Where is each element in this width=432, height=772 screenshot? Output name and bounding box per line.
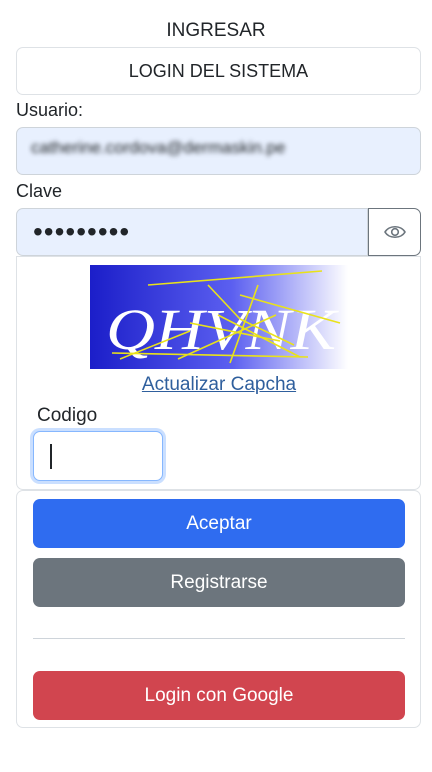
- accept-button[interactable]: Aceptar: [33, 499, 405, 548]
- system-login-label: LOGIN DEL SISTEMA: [128, 60, 309, 81]
- password-input[interactable]: •••••••••: [16, 208, 368, 256]
- refresh-captcha-link[interactable]: Actualizar Capcha: [0, 374, 432, 396]
- captcha-image: QHVNK: [90, 265, 348, 369]
- password-value: •••••••••: [33, 216, 131, 247]
- eye-icon: [383, 225, 406, 239]
- show-password-button[interactable]: [368, 208, 421, 256]
- username-input[interactable]: catherine.cordova@dermaskin.pe: [16, 127, 421, 175]
- register-button[interactable]: Registrarse: [33, 558, 405, 607]
- register-button-label: Registrarse: [170, 571, 268, 593]
- google-login-button[interactable]: Login con Google: [33, 671, 405, 720]
- code-label: Codigo: [37, 405, 98, 426]
- username-value: catherine.cordova@dermaskin.pe: [31, 138, 286, 157]
- password-label: Clave: [16, 181, 63, 201]
- system-login-header: LOGIN DEL SISTEMA: [16, 47, 421, 95]
- username-label: Usuario:: [16, 100, 84, 120]
- page-title: INGRESAR: [166, 20, 266, 41]
- text-cursor: [50, 444, 52, 469]
- captcha-code-input[interactable]: [33, 431, 163, 481]
- divider: [33, 638, 405, 639]
- accept-button-label: Aceptar: [186, 512, 252, 534]
- google-login-label: Login con Google: [144, 684, 294, 706]
